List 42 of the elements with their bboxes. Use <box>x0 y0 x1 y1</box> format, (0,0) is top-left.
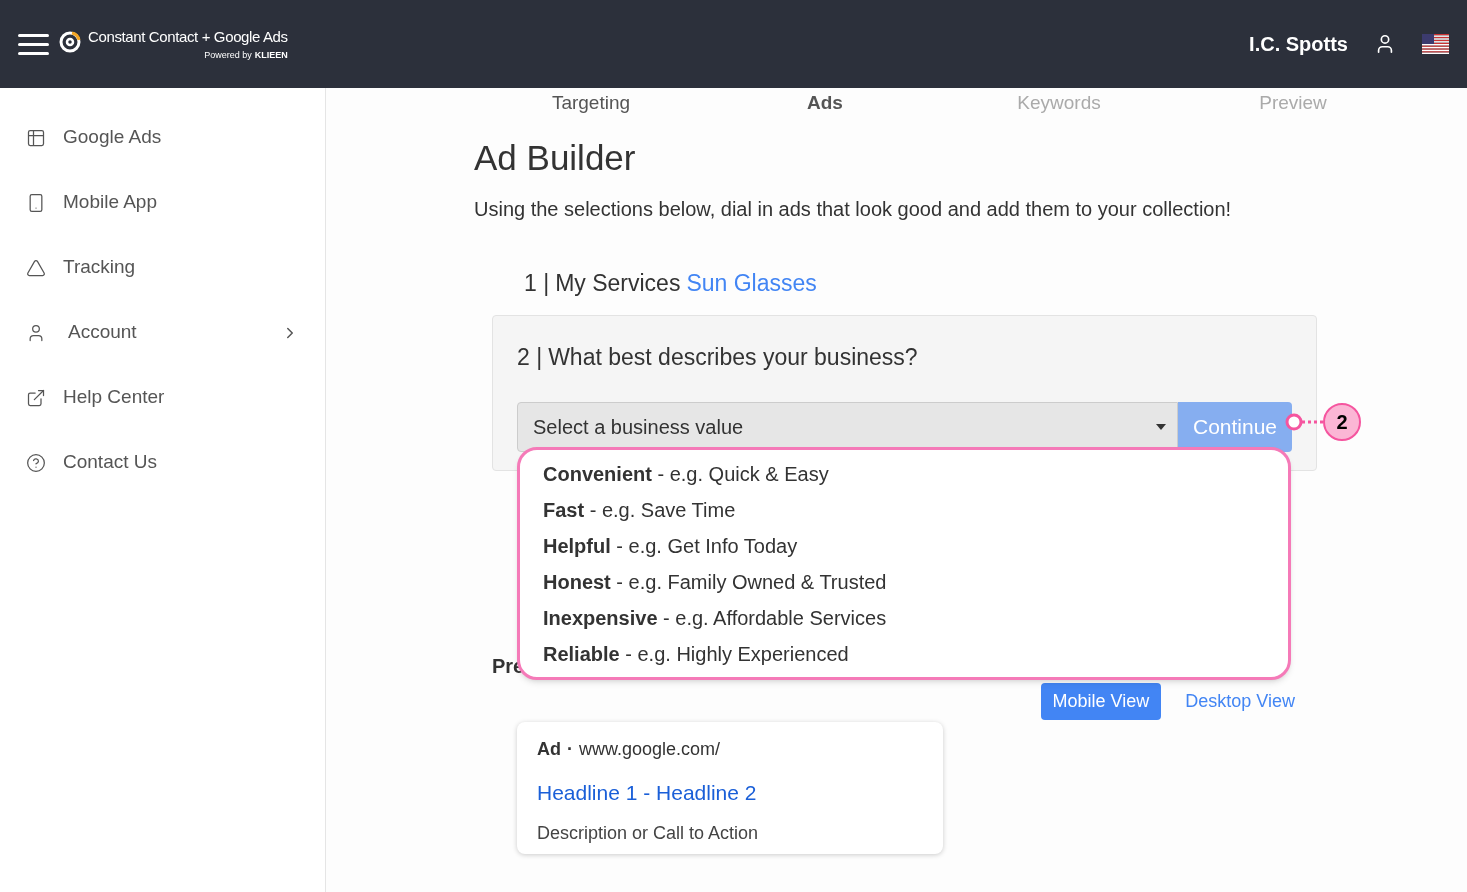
sidebar-item[interactable]: Contact Us <box>0 430 325 495</box>
step-number: 1 | <box>524 269 550 298</box>
help-icon <box>26 452 46 473</box>
brand-name: Constant Contact + Google Ads <box>88 27 288 47</box>
selected-service[interactable]: Sun Glasses <box>686 266 817 301</box>
view-toggle[interactable]: Desktop View <box>1173 682 1307 720</box>
user-name[interactable]: I.C. Spotts <box>1249 29 1348 59</box>
step-tab[interactable]: Targeting <box>474 88 708 118</box>
dropdown-option[interactable]: Helpful - e.g. Get Info Today <box>543 530 1288 567</box>
sidebar-item[interactable]: Account <box>0 300 325 365</box>
step-number: 2 | <box>517 342 543 372</box>
table-icon <box>26 127 46 148</box>
dropdown-option[interactable]: Fast - e.g. Save Time <box>543 494 1288 531</box>
business-value-select[interactable]: Select a business value <box>517 402 1178 452</box>
dropdown-option[interactable]: Inexpensive - e.g. Affordable Services <box>543 602 1288 639</box>
view-toggle[interactable]: Mobile View <box>1040 682 1162 720</box>
menu-icon[interactable] <box>18 33 49 55</box>
dropdown-option[interactable]: Honest - e.g. Family Owned & Trusted <box>543 566 1288 603</box>
step-label: What best describes your business? <box>548 342 918 372</box>
flag-icon[interactable] <box>1422 34 1449 54</box>
logo-icon <box>58 30 82 54</box>
page-title: Ad Builder <box>474 140 637 175</box>
powered-brand: KLIEEN <box>254 48 288 62</box>
powered-by-text: Powered by <box>204 48 252 62</box>
sidebar-item[interactable]: Mobile App <box>0 170 325 235</box>
ad-label: Ad <box>537 737 561 761</box>
triangle-icon <box>26 257 46 278</box>
ad-description: Description or Call to Action <box>537 822 760 845</box>
step-tab[interactable]: Ads <box>708 88 942 118</box>
separator-dot: · <box>567 737 573 761</box>
sidebar-item[interactable]: Tracking <box>0 235 325 300</box>
ad-url: www.google.com/ <box>579 737 721 761</box>
step-label: My Services <box>555 269 681 298</box>
ad-headline[interactable]: Headline 1 - Headline 2 <box>537 776 923 808</box>
dropdown-option[interactable]: Reliable - e.g. Highly Experienced <box>543 638 1288 675</box>
callout-badge: 2 <box>1323 402 1361 441</box>
page-subtitle: Using the selections below, dial in ads that look good and add them to your collection! <box>474 197 1233 222</box>
sidebar-item[interactable]: Google Ads <box>0 105 325 170</box>
external-link-icon <box>26 387 46 408</box>
sidebar-item[interactable]: Help Center <box>0 365 325 430</box>
dropdown-option[interactable]: Convenient - e.g. Quick & Easy <box>543 458 1288 495</box>
caret-icon <box>1156 424 1166 430</box>
